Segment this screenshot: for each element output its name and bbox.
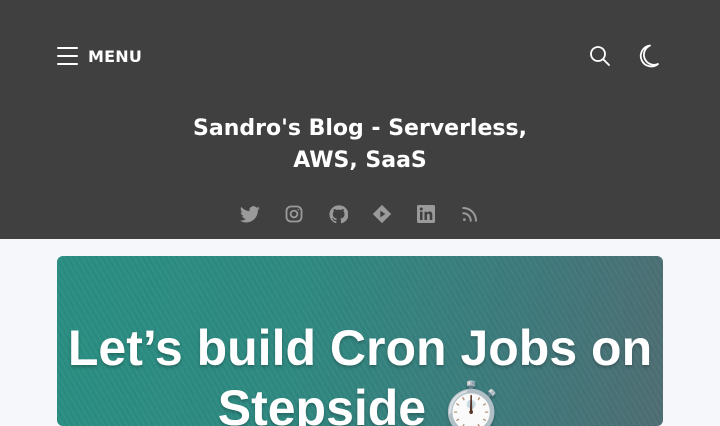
site-title[interactable]: Sandro's Blog - Serverless, AWS, SaaS (0, 113, 720, 177)
site-header: MENU Sandro's Blog - Serverless, AWS, Sa… (0, 0, 720, 239)
site-title-text: Sandro's Blog - Serverless, AWS, SaaS (193, 116, 527, 173)
github-icon[interactable] (327, 203, 349, 225)
featured-post-card[interactable]: Let’s build Cron Jobs on Stepside ⏱️ (57, 256, 663, 426)
search-icon[interactable] (587, 42, 613, 70)
rss-icon[interactable] (459, 203, 481, 225)
menu-label: MENU (88, 46, 143, 66)
dev-community-icon[interactable] (371, 203, 393, 225)
menu-icon (57, 47, 78, 65)
instagram-icon[interactable] (283, 203, 305, 225)
social-links (0, 203, 720, 225)
featured-post-image-text: Let’s build Cron Jobs on Stepside ⏱️ (67, 320, 653, 426)
dark-mode-moon-icon[interactable] (635, 42, 661, 70)
menu-button[interactable]: MENU (57, 44, 142, 68)
twitter-icon[interactable] (239, 203, 261, 225)
linkedin-icon[interactable] (415, 203, 437, 225)
